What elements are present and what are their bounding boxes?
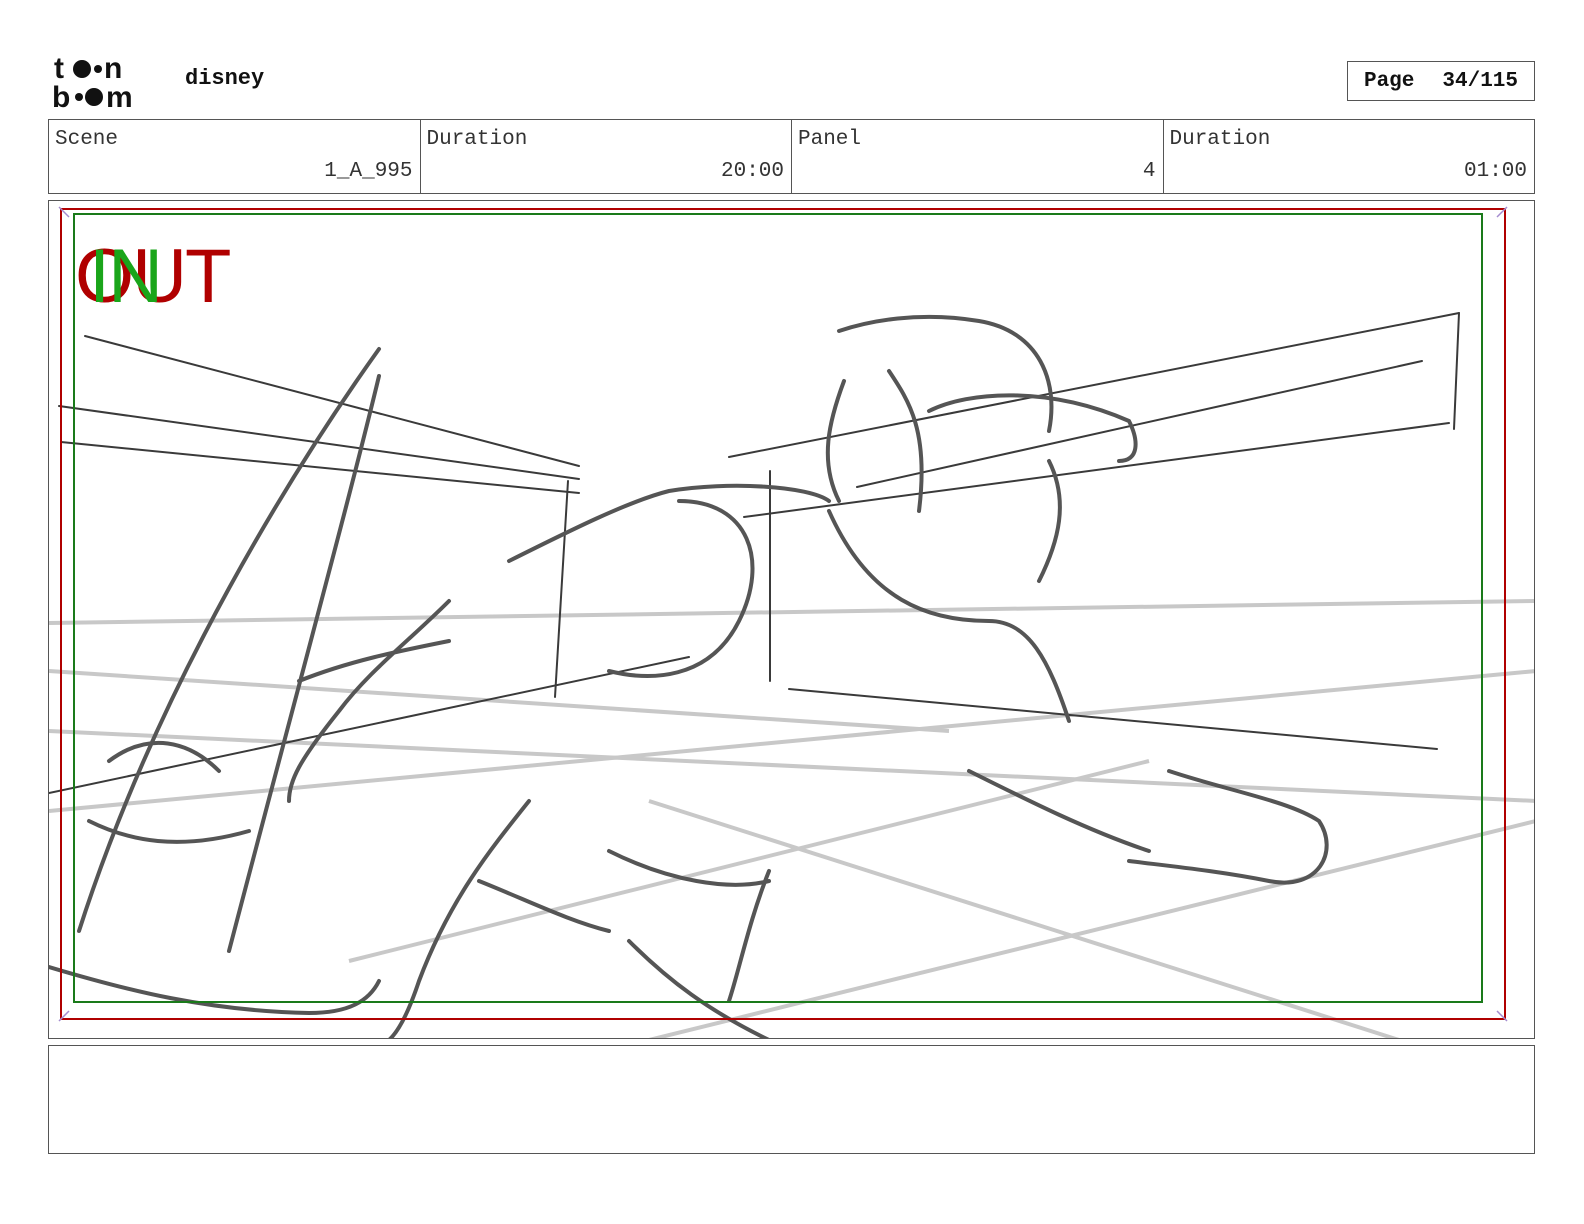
safe-frame [60, 208, 1506, 1020]
frame-overlays [58, 206, 1508, 1022]
page-indicator: Page 34/115 [1347, 61, 1535, 101]
svg-text:b: b [52, 81, 70, 110]
panel-duration-label: Duration [1169, 128, 1271, 151]
notes-box [48, 1045, 1535, 1154]
panel-duration-value: 01:00 [1463, 160, 1527, 183]
scene-value: 1_A_995 [324, 160, 413, 183]
scene-duration-label: Duration [426, 128, 528, 151]
corner-markers [58, 206, 1508, 1022]
panel-duration-cell: Duration 01:00 [1164, 120, 1535, 193]
storyboard-panel: OUT IN [48, 200, 1535, 1039]
toon-boom-logo-icon: t n b m [52, 52, 133, 110]
scene-info-bar: Scene 1_A_995 Duration 20:00 Panel 4 Dur… [48, 119, 1535, 194]
svg-text:m: m [106, 81, 133, 110]
panel-cell: Panel 4 [792, 120, 1164, 193]
page-value: 34/115 [1442, 69, 1519, 93]
page-label: Page [1363, 69, 1415, 93]
scene-label: Scene [55, 128, 119, 151]
toon-boom-logo: t n b m [52, 52, 164, 110]
in-marker: IN [89, 234, 163, 319]
scene-cell: Scene 1_A_995 [49, 120, 421, 193]
scene-duration-cell: Duration 20:00 [421, 120, 792, 193]
project-name: disney [185, 66, 265, 91]
scene-duration-value: 20:00 [720, 160, 784, 183]
panel-label: Panel [798, 128, 862, 151]
panel-value: 4 [1142, 160, 1156, 183]
action-frame [73, 213, 1483, 1003]
